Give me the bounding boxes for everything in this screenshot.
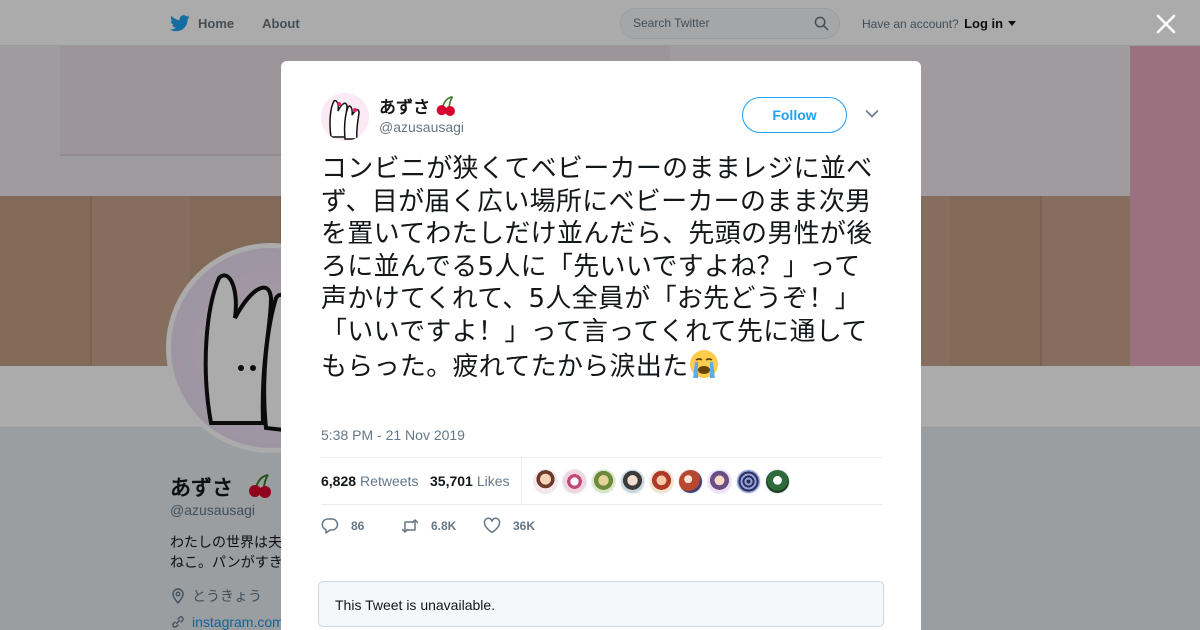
heart-icon: [483, 517, 501, 534]
likes-count: 35,701: [430, 473, 473, 489]
tweet-timestamp[interactable]: 5:38 PM - 21 Nov 2019: [321, 427, 465, 443]
tweet-author-avatar[interactable]: [321, 93, 369, 141]
retweets-label: Retweets: [360, 473, 419, 489]
close-icon[interactable]: [1154, 12, 1178, 36]
cherry-emoji-icon: [436, 95, 455, 116]
liker-avatars: [533, 469, 794, 494]
retweet-count: 6.8K: [431, 519, 457, 533]
liker-avatar[interactable]: [591, 469, 616, 494]
tweet-author-name[interactable]: あずさ: [379, 93, 456, 118]
liker-avatar[interactable]: [765, 469, 790, 494]
retweets-count: 6,828: [321, 473, 357, 489]
loudly-crying-face-emoji-icon: [690, 350, 719, 378]
liker-avatar[interactable]: [736, 469, 761, 494]
tweet-text-body: コンビニが狭くてベビーカーのままレジに並べず、目が届く広い場所にベビーカーのまま…: [321, 154, 873, 382]
chevron-down-icon[interactable]: [865, 109, 879, 119]
liker-avatar[interactable]: [533, 469, 558, 494]
liker-avatar[interactable]: [678, 469, 703, 494]
tweet-author-name-text[interactable]: あずさ: [379, 93, 430, 118]
tweet-text: コンビニが狭くてベビーカーのままレジに並べず、目が届く広い場所にベビーカーのまま…: [321, 153, 886, 384]
retweet-icon: [401, 519, 419, 533]
liker-avatar[interactable]: [707, 469, 732, 494]
reply-icon: [321, 518, 339, 534]
liker-avatar[interactable]: [562, 469, 587, 494]
reply-button[interactable]: 86: [321, 517, 364, 535]
bunny-avatar-small-icon: [321, 93, 369, 141]
follow-button[interactable]: Follow: [742, 97, 847, 133]
likes-stat[interactable]: 35,701 Likes: [430, 473, 510, 489]
unavailable-tweet-notice: This Tweet is unavailable.: [318, 581, 884, 627]
likes-label: Likes: [476, 473, 510, 489]
liker-avatar[interactable]: [649, 469, 674, 494]
retweets-stat[interactable]: 6,828 Retweets: [321, 473, 418, 489]
tweet-author-handle[interactable]: @azusausagi: [379, 119, 464, 135]
like-button[interactable]: 36K: [483, 517, 535, 535]
tweet-stats-bar: 6,828 Retweets 35,701 Likes: [321, 457, 882, 505]
retweet-button[interactable]: 6.8K: [401, 517, 456, 535]
like-count: 36K: [513, 519, 536, 533]
stats-divider: [521, 458, 522, 505]
reply-count: 86: [351, 519, 365, 533]
tweet-modal: あずさ @azusausagi Follow コンビニが狭くてベビーカーのままレ…: [281, 61, 921, 630]
liker-avatar[interactable]: [620, 469, 645, 494]
